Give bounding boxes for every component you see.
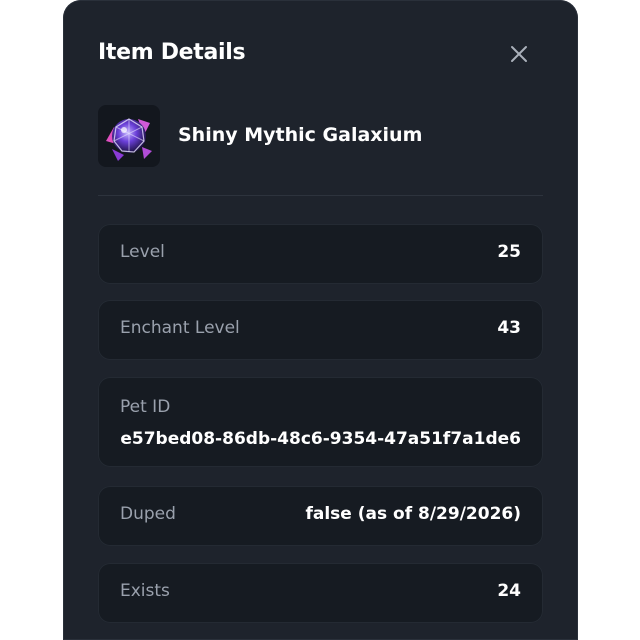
divider	[98, 195, 543, 196]
enchant-level-row: Enchant Level 43	[98, 300, 543, 360]
galaxium-pet-icon	[98, 105, 160, 167]
duped-label: Duped	[120, 504, 176, 524]
exists-label: Exists	[120, 581, 170, 601]
duped-value: false (as of 8/29/2026)	[305, 504, 521, 524]
item-details-dialog: Item Details Shiny Mythic Galaxium Level…	[63, 0, 578, 640]
level-label: Level	[120, 242, 165, 262]
exists-row: Exists 24	[98, 563, 543, 623]
enchant-level-label: Enchant Level	[120, 318, 240, 338]
pet-id-value: e57bed08-86db-48c6-9354-47a51f7a1de6	[120, 429, 521, 449]
close-icon[interactable]	[508, 43, 530, 65]
dialog-title: Item Details	[98, 40, 246, 65]
pet-id-label: Pet ID	[120, 397, 171, 417]
level-value: 25	[497, 242, 521, 262]
item-name: Shiny Mythic Galaxium	[178, 124, 423, 146]
level-row: Level 25	[98, 224, 543, 284]
pet-id-row: Pet ID e57bed08-86db-48c6-9354-47a51f7a1…	[98, 377, 543, 467]
duped-row: Duped false (as of 8/29/2026)	[98, 486, 543, 546]
exists-value: 24	[497, 581, 521, 601]
enchant-level-value: 43	[497, 318, 521, 338]
